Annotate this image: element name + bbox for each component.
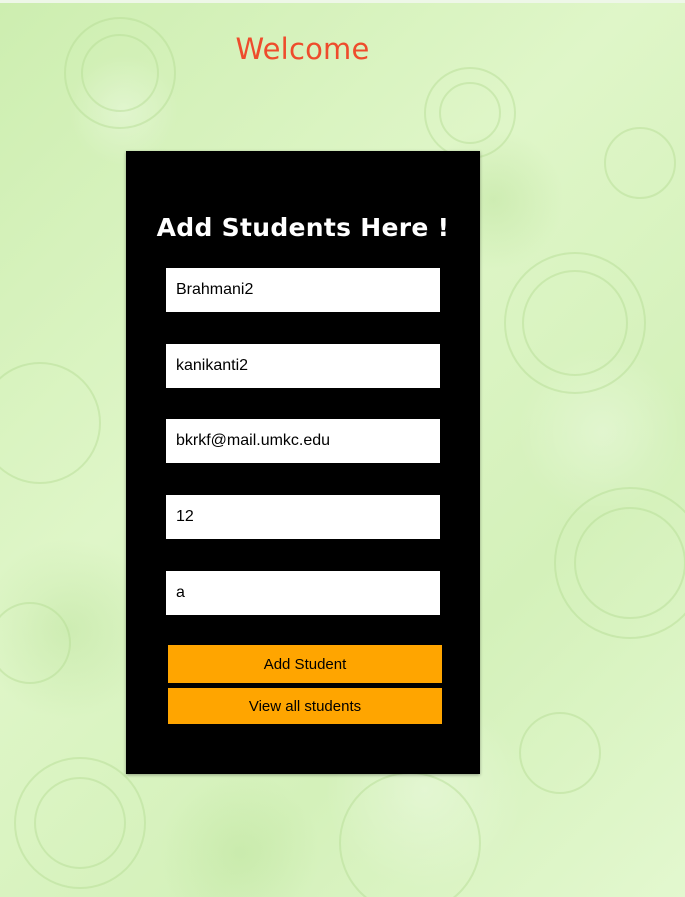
grade-field[interactable] — [166, 571, 440, 615]
add-student-button[interactable]: Add Student — [168, 645, 442, 683]
last-name-field[interactable] — [166, 344, 440, 388]
first-name-field[interactable] — [166, 268, 440, 312]
welcome-heading: Welcome — [235, 32, 370, 66]
age-field[interactable] — [166, 495, 440, 539]
form-title: Add Students Here ! — [156, 213, 450, 242]
add-student-form-card: Add Students Here ! Add Student View all… — [126, 151, 480, 774]
view-all-students-button[interactable]: View all students — [168, 688, 442, 724]
email-field[interactable] — [166, 419, 440, 463]
